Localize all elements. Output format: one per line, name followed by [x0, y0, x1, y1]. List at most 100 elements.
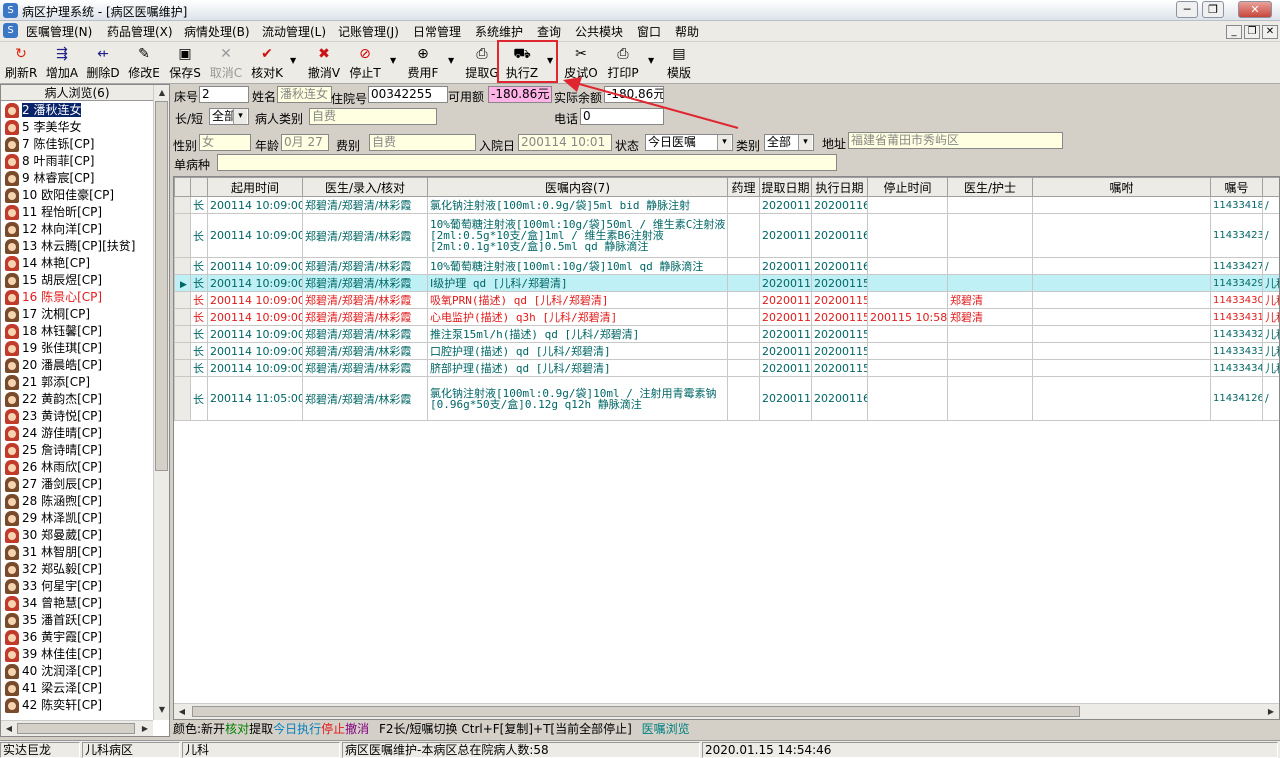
col-extract-date[interactable]: 提取日期 — [759, 177, 812, 197]
order-pharm[interactable] — [727, 274, 760, 292]
order-extract[interactable]: 20200116 — [759, 257, 812, 275]
order-pharm[interactable] — [727, 196, 760, 214]
order-type[interactable]: 长 — [190, 376, 208, 421]
status-select[interactable]: 今日医嘱 — [645, 134, 733, 151]
order-doctor[interactable]: 郑碧清/郑碧清/林彩霞 — [302, 291, 428, 309]
scroll-up-icon[interactable]: ▲ — [154, 85, 170, 101]
patient-item[interactable]: 16 陈景心[CP] — [1, 289, 153, 306]
order-tail[interactable]: 儿科 — [1262, 342, 1279, 360]
patient-item[interactable]: 15 胡辰煜[CP] — [1, 272, 153, 289]
order-content[interactable]: 心电监护(描述) q3h [儿科/郑碧清] — [427, 308, 728, 326]
order-content[interactable]: 吸氧PRN(描述) qd [儿科/郑碧清] — [427, 291, 728, 309]
order-start[interactable]: 200114 10:09:00 — [207, 308, 303, 326]
patient-item[interactable]: 14 林艳[CP] — [1, 255, 153, 272]
patient-item[interactable]: 29 林泽凯[CP] — [1, 510, 153, 527]
order-exec[interactable]: 20200115 — [811, 325, 868, 343]
patient-list-hscroll[interactable]: ◀ ▶ — [1, 720, 153, 736]
order-note[interactable] — [1032, 291, 1211, 309]
patient-item[interactable]: 32 郑弘毅[CP] — [1, 561, 153, 578]
order-no[interactable]: 11433431 — [1210, 308, 1263, 326]
col-doctor[interactable]: 医生/录入/核对 — [302, 177, 428, 197]
menu-daily[interactable]: 日常管理 — [413, 23, 461, 40]
patient-item[interactable]: 28 陈涵煦[CP] — [1, 493, 153, 510]
mdi-minimize-button[interactable]: _ — [1226, 25, 1242, 39]
patient-item[interactable]: 40 沈润泽[CP] — [1, 663, 153, 680]
order-note[interactable] — [1032, 342, 1211, 360]
order-row[interactable]: 长 200114 10:09:00 郑碧清/郑碧清/林彩霞 吸氧PRN(描述) qd … — [174, 291, 1279, 309]
order-type[interactable]: 长 — [190, 257, 208, 275]
order-no[interactable]: 11433432 — [1210, 325, 1263, 343]
order-note[interactable] — [1032, 308, 1211, 326]
fee-button[interactable]: ⊕ 费用F ▼ — [406, 46, 455, 82]
order-content[interactable]: 推注泵15ml/h(描述) qd [儿科/郑碧清] — [427, 325, 728, 343]
category-select[interactable]: 全部 — [764, 134, 814, 151]
order-tail[interactable]: 儿科 — [1262, 359, 1279, 377]
row-indicator[interactable] — [174, 308, 191, 326]
col-doctor-nurse[interactable]: 医生/护士 — [947, 177, 1033, 197]
stop-dropdown-icon[interactable]: ▼ — [390, 56, 396, 65]
row-indicator[interactable] — [174, 325, 191, 343]
print-button[interactable]: ⎙ 打印P ▼ — [606, 46, 654, 82]
patient-item[interactable]: 30 郑曼葳[CP] — [1, 527, 153, 544]
order-start[interactable]: 200114 10:09:00 — [207, 213, 303, 258]
skin-test-button[interactable]: ✂ 皮试O — [564, 46, 598, 82]
order-extract[interactable]: 20200115 — [759, 359, 812, 377]
order-pharm[interactable] — [727, 359, 760, 377]
phone-field[interactable]: 0 — [580, 108, 664, 125]
order-exec[interactable]: 20200115 — [811, 274, 868, 292]
menu-orders[interactable]: 医嘱管理(N) — [26, 23, 92, 40]
order-no[interactable]: 11433429 — [1210, 274, 1263, 292]
order-exec[interactable]: 20200116 — [811, 376, 868, 421]
menu-flow[interactable]: 流动管理(L) — [262, 23, 326, 40]
patient-list-vscroll[interactable]: ▲ ▼ — [153, 85, 169, 720]
patient-type-field[interactable]: 自费 — [309, 108, 437, 125]
patient-item[interactable]: 31 林智朋[CP] — [1, 544, 153, 561]
scroll-down-icon[interactable]: ▼ — [154, 702, 170, 718]
patient-item[interactable]: 24 游佳晴[CP] — [1, 425, 153, 442]
patient-item[interactable]: 34 曾艳慧[CP] — [1, 595, 153, 612]
menu-query[interactable]: 查询 — [537, 23, 561, 40]
row-indicator[interactable] — [174, 213, 191, 258]
col-stop-time[interactable]: 停止时间 — [867, 177, 948, 197]
patient-item[interactable]: 26 林雨欣[CP] — [1, 459, 153, 476]
order-note[interactable] — [1032, 257, 1211, 275]
name-field[interactable]: 潘秋连女 — [277, 86, 332, 103]
col-exec-date[interactable]: 执行日期 — [811, 177, 868, 197]
longshort-select[interactable]: 全部 — [209, 108, 249, 125]
row-indicator[interactable] — [174, 291, 191, 309]
order-exec[interactable]: 20200115 — [811, 359, 868, 377]
order-no[interactable]: 11433430 — [1210, 291, 1263, 309]
orders-hscroll[interactable]: ◀ ▶ — [174, 703, 1279, 719]
age-field[interactable]: 0月 27 — [281, 134, 329, 151]
order-type[interactable]: 长 — [190, 196, 208, 214]
edit-button[interactable]: ✎ 修改E — [127, 46, 161, 82]
order-tail[interactable]: / — [1262, 213, 1279, 258]
restore-button[interactable]: ❐ — [1202, 1, 1224, 18]
order-stop[interactable] — [867, 376, 948, 421]
address-field[interactable]: 福建省莆田市秀屿区 — [848, 132, 1063, 149]
mdi-restore-button[interactable]: ❐ — [1244, 25, 1260, 39]
order-start[interactable]: 200114 10:09:00 — [207, 274, 303, 292]
row-indicator[interactable] — [174, 342, 191, 360]
order-content[interactable]: Ⅰ级护理 qd [儿科/郑碧清] — [427, 274, 728, 292]
patient-item[interactable]: 21 郭添[CP] — [1, 374, 153, 391]
order-tail[interactable]: 儿科 — [1262, 325, 1279, 343]
order-extract[interactable]: 20200116 — [759, 196, 812, 214]
available-field[interactable]: -180.86元 — [488, 86, 552, 103]
col-note[interactable]: 嘱咐 — [1032, 177, 1211, 197]
order-type[interactable]: 长 — [190, 274, 208, 292]
order-nurse[interactable] — [947, 342, 1033, 360]
order-no[interactable]: 11433427 — [1210, 257, 1263, 275]
patient-item[interactable]: 12 林向洋[CP] — [1, 221, 153, 238]
order-extract[interactable]: 20200115 — [759, 308, 812, 326]
order-stop[interactable] — [867, 359, 948, 377]
patient-item[interactable]: 27 潘剑辰[CP] — [1, 476, 153, 493]
order-start[interactable]: 200114 10:09:00 — [207, 342, 303, 360]
scroll-right-icon[interactable]: ▶ — [137, 721, 153, 737]
order-exec[interactable]: 20200115 — [811, 342, 868, 360]
order-doctor[interactable]: 郑碧清/郑碧清/林彩霞 — [302, 325, 428, 343]
order-note[interactable] — [1032, 196, 1211, 214]
order-start[interactable]: 200114 10:09:00 — [207, 325, 303, 343]
order-type[interactable]: 长 — [190, 359, 208, 377]
delete-button[interactable]: ⇷ 删除D — [86, 46, 120, 82]
